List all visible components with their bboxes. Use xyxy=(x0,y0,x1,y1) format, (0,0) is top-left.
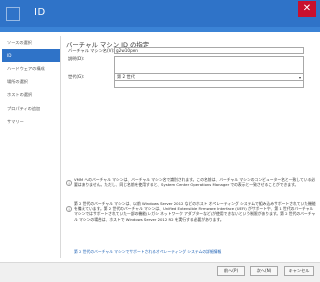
next-button[interactable]: 次へ(N) xyxy=(250,266,278,276)
identity-note: VMM へのバーチャル マシンは、バーチャル マシン名で識別されます。この名前は… xyxy=(74,177,316,188)
window-title: ID xyxy=(34,7,46,18)
sidebar-item-id[interactable]: ID xyxy=(2,49,60,63)
sidebar-item-source[interactable]: ソースの選択 xyxy=(2,36,60,49)
description-input[interactable] xyxy=(114,56,304,88)
main-panel: バーチャル マシン ID の指定 バーチャル マシン名(V): g2w10pen… xyxy=(66,36,318,258)
info-icon: i xyxy=(66,180,72,186)
generation-select-value: 第 2 世代 xyxy=(117,74,135,79)
chevron-down-icon: ▾ xyxy=(298,75,301,80)
close-button[interactable]: ✕ xyxy=(298,1,316,17)
sidebar-item-properties[interactable]: プロパティの追加 xyxy=(2,102,60,115)
name-label: バーチャル マシン名(V): xyxy=(68,48,115,53)
generation-select[interactable]: 第 2 世代 ▾ xyxy=(114,73,304,81)
sidebar-item-host[interactable]: ホストの選択 xyxy=(2,89,60,102)
wizard-sidebar: ソースの選択 ID ハードウェアの構成 場所の選択 ホストの選択 プロパティの追… xyxy=(2,36,61,258)
sidebar-item-hardware[interactable]: ハードウェアの構成 xyxy=(2,62,60,75)
sidebar-item-location[interactable]: 場所の選択 xyxy=(2,76,60,89)
description-label: 説明(D): xyxy=(68,56,85,61)
sidebar-item-summary[interactable]: サマリー xyxy=(2,115,60,128)
name-input[interactable]: g2w10pen xyxy=(114,47,304,54)
window-icon xyxy=(6,7,20,21)
generation-note: 第 2 世代のバーチャル マシンは、以前 Windows Server 2012… xyxy=(74,201,316,222)
title-bar: ID ✕ xyxy=(0,0,320,27)
info-icon: i xyxy=(66,206,72,212)
os-support-link[interactable]: 第 2 世代のバーチャル マシンでサポートされるオペレーティング システムの詳細… xyxy=(74,249,318,254)
cancel-button[interactable]: キャンセル xyxy=(284,266,314,276)
prev-button[interactable]: 前へ(P) xyxy=(217,266,245,276)
generation-label: 世代(G): xyxy=(68,74,85,79)
